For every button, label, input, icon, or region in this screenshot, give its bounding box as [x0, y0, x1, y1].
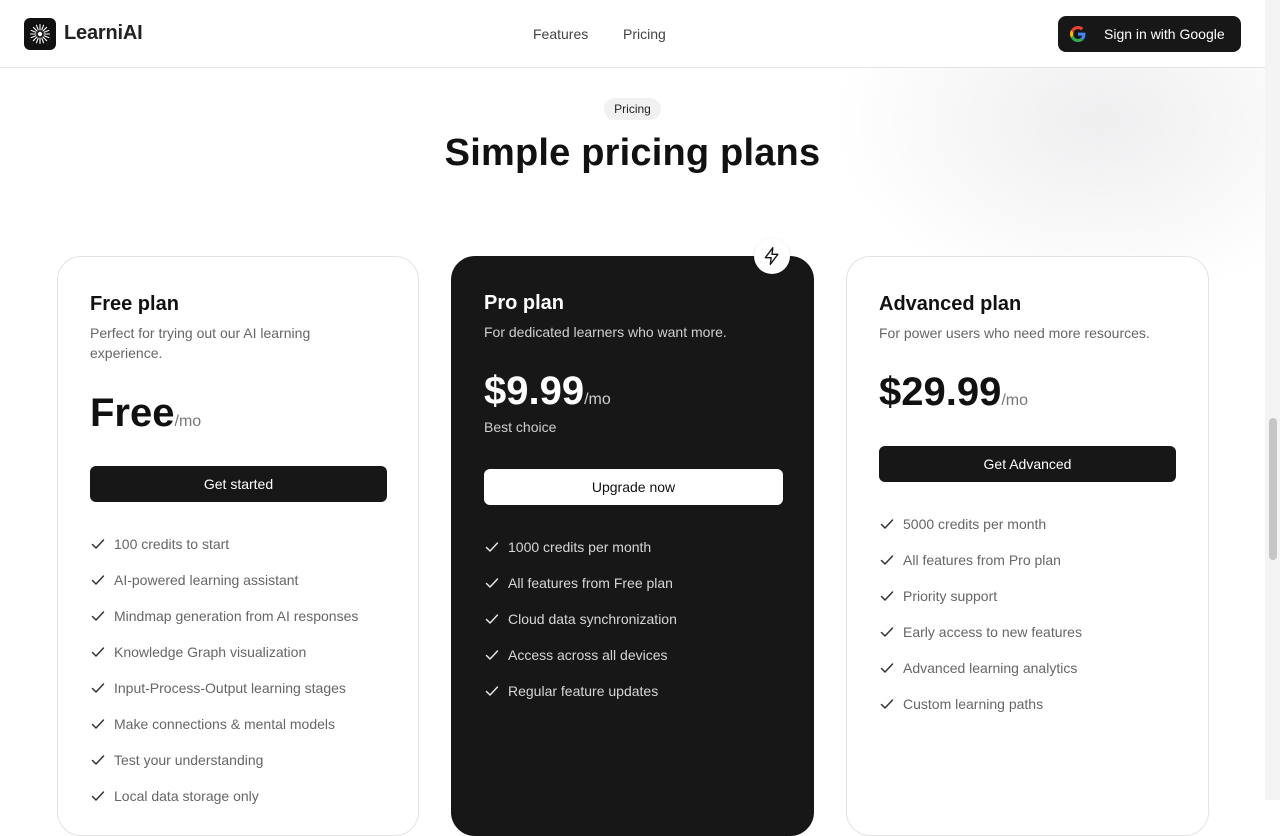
feature-text: 5000 credits per month	[903, 516, 1047, 532]
plan-price: Free/mo	[90, 391, 201, 436]
feature-list: 1000 credits per month All features from…	[484, 539, 677, 719]
feature-item: Local data storage only	[90, 788, 358, 824]
feature-item: All features from Pro plan	[879, 552, 1082, 588]
feature-text: 100 credits to start	[114, 536, 230, 552]
feature-text: Make connections & mental models	[114, 716, 335, 732]
price-period: /mo	[584, 391, 611, 408]
feature-text: Input-Process-Output learning stages	[114, 680, 346, 696]
check-icon	[880, 591, 894, 601]
feature-text: All features from Free plan	[508, 575, 673, 591]
feature-item: Regular feature updates	[484, 683, 677, 719]
feature-text: Advanced learning analytics	[903, 660, 1078, 676]
feature-item: 5000 credits per month	[879, 516, 1082, 552]
feature-list: 100 credits to start AI-powered learning…	[90, 536, 358, 824]
feature-text: All features from Pro plan	[903, 552, 1061, 568]
plan-description: For dedicated learners who want more.	[484, 324, 727, 340]
feature-text: Knowledge Graph visualization	[114, 644, 307, 660]
check-icon	[485, 686, 499, 696]
feature-item: Input-Process-Output learning stages	[90, 680, 358, 716]
feature-item: Test your understanding	[90, 752, 358, 788]
check-icon	[485, 542, 499, 552]
price-period: /mo	[1001, 392, 1029, 409]
top-navbar: LearniAI Features Pricing Sign in with G…	[0, 0, 1265, 68]
check-icon	[91, 611, 105, 621]
feature-text: Early access to new features	[903, 624, 1082, 640]
feature-item: Mindmap generation from AI responses	[90, 608, 358, 644]
feature-item: Make connections & mental models	[90, 716, 358, 752]
check-icon	[485, 614, 499, 624]
feature-item: Priority support	[879, 588, 1082, 624]
price-value: Free	[90, 391, 175, 435]
upgrade-now-button[interactable]: Upgrade now	[484, 469, 783, 505]
feature-text: Cloud data synchronization	[508, 611, 677, 627]
sign-in-with-google-button[interactable]: Sign in with Google	[1058, 16, 1241, 52]
feature-text: Mindmap generation from AI responses	[114, 608, 359, 624]
feature-item: 100 credits to start	[90, 536, 358, 572]
nav-features-link[interactable]: Features	[533, 26, 588, 42]
feature-text: Regular feature updates	[508, 683, 659, 699]
sign-in-label: Sign in with Google	[1104, 26, 1225, 42]
feature-item: Access across all devices	[484, 647, 677, 683]
check-icon	[91, 791, 105, 801]
feature-text: Custom learning paths	[903, 696, 1044, 712]
plan-name: Free plan	[90, 293, 179, 315]
nav-pricing-link[interactable]: Pricing	[623, 26, 666, 42]
feature-text: Access across all devices	[508, 647, 668, 663]
advanced-plan-card: Advanced plan For power users who need m…	[846, 256, 1209, 836]
lightning-bolt-icon	[764, 247, 779, 265]
check-icon	[91, 575, 105, 585]
check-icon	[91, 683, 105, 693]
feature-item: AI-powered learning assistant	[90, 572, 358, 608]
feature-text: 1000 credits per month	[508, 539, 652, 555]
pro-plan-card: Pro plan For dedicated learners who want…	[451, 256, 814, 836]
free-plan-card: Free plan Perfect for trying out our AI …	[57, 256, 419, 836]
check-icon	[880, 555, 894, 565]
check-icon	[91, 647, 105, 657]
feature-text: AI-powered learning assistant	[114, 572, 299, 588]
logo-icon[interactable]	[24, 18, 56, 50]
price-value: $9.99	[484, 369, 585, 413]
feature-item: Cloud data synchronization	[484, 611, 677, 647]
feature-item: Custom learning paths	[879, 696, 1082, 732]
get-advanced-button[interactable]: Get Advanced	[879, 446, 1176, 482]
check-icon	[880, 663, 894, 673]
feature-text: Priority support	[903, 588, 998, 604]
feature-item: Advanced learning analytics	[879, 660, 1082, 696]
feature-text: Test your understanding	[114, 752, 264, 768]
feature-item: Knowledge Graph visualization	[90, 644, 358, 680]
check-icon	[485, 650, 499, 660]
feature-item: 1000 credits per month	[484, 539, 677, 575]
check-icon	[880, 699, 894, 709]
check-icon	[91, 539, 105, 549]
plan-description: Perfect for trying out our AI learning e…	[90, 325, 311, 361]
google-icon	[1070, 26, 1086, 42]
price-period: /mo	[174, 413, 202, 430]
brand-name[interactable]: LearniAI	[64, 22, 143, 45]
plan-description: For power users who need more resources.	[879, 325, 1150, 341]
get-started-button[interactable]: Get started	[90, 466, 387, 502]
feature-list: 5000 credits per month All features from…	[879, 516, 1082, 732]
plan-price: $29.99/mo	[879, 370, 1028, 415]
plan-tagline: Best choice	[484, 419, 557, 435]
check-icon	[880, 627, 894, 637]
page-scrollbar[interactable]	[1265, 0, 1280, 800]
check-icon	[91, 719, 105, 729]
page-title: Simple pricing plans	[444, 132, 821, 174]
check-icon	[880, 519, 894, 529]
feature-item: All features from Free plan	[484, 575, 677, 611]
check-icon	[485, 578, 499, 588]
plan-price: $9.99/mo	[484, 369, 611, 414]
plan-name: Advanced plan	[879, 293, 1022, 315]
scrollbar-thumb[interactable]	[1269, 418, 1277, 560]
plan-name: Pro plan	[484, 292, 565, 314]
feature-item: Early access to new features	[879, 624, 1082, 660]
section-badge: Pricing	[604, 98, 661, 120]
price-value: $29.99	[879, 370, 1002, 414]
featured-plan-badge	[754, 238, 790, 274]
feature-text: Local data storage only	[114, 788, 259, 804]
sparkle-burst-icon	[29, 23, 51, 45]
check-icon	[91, 755, 105, 765]
